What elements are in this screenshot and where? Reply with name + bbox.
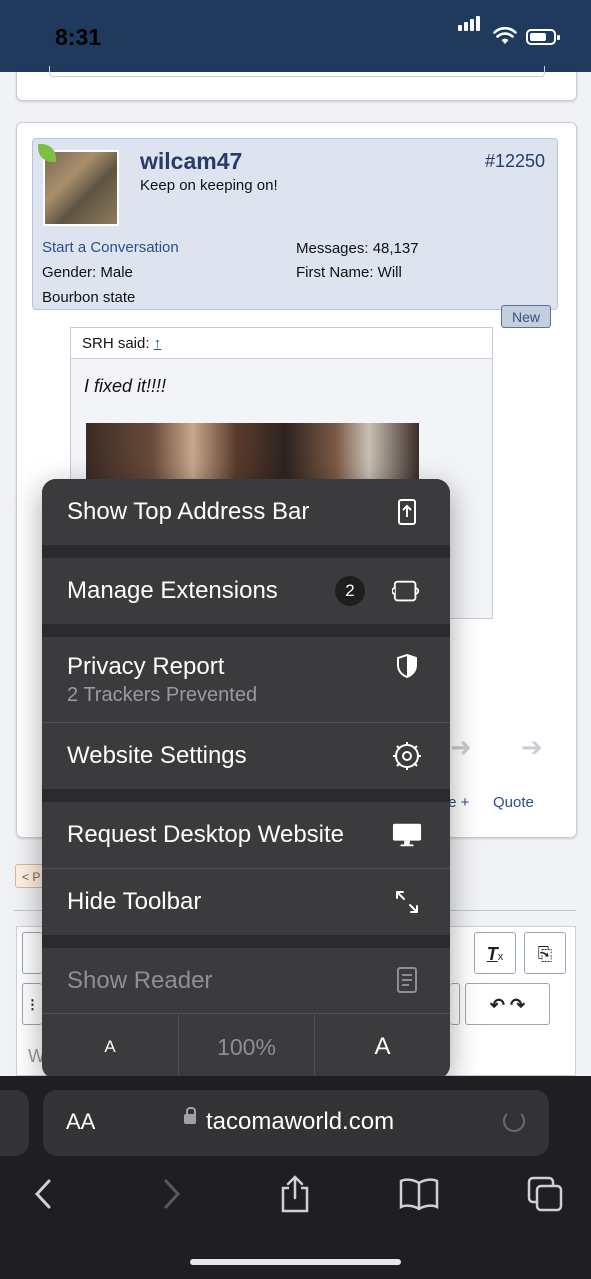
increase-text-size-button[interactable]: A <box>315 1014 450 1079</box>
top-address-bar-icon <box>392 497 422 527</box>
quote-author: SRH said: <box>82 335 150 352</box>
first-name-text: First Name: Will <box>296 264 402 281</box>
menu-request-desktop-website[interactable]: Request Desktop Website <box>42 802 450 868</box>
status-time: 8:31 <box>55 24 102 50</box>
messages-count: Messages: 48,137 <box>296 240 419 257</box>
username-link[interactable]: wilcam47 <box>140 148 242 175</box>
menu-privacy-report[interactable]: Privacy Report 2 Trackers Prevented <box>42 637 450 722</box>
reload-icon[interactable] <box>503 1110 525 1132</box>
shield-icon <box>392 651 422 681</box>
extensions-icon <box>392 576 422 606</box>
tabs-icon[interactable] <box>525 1172 565 1216</box>
post-number-link[interactable]: #12250 <box>485 151 545 172</box>
zoom-level[interactable]: 100% <box>179 1014 314 1079</box>
menu-website-settings[interactable]: Website Settings <box>42 723 450 789</box>
quote-jump-arrow-icon[interactable]: ↑ <box>154 335 162 352</box>
desktop-icon <box>392 820 422 850</box>
gear-icon <box>392 741 422 771</box>
menu-hide-toolbar[interactable]: Hide Toolbar <box>42 869 450 935</box>
gender-text: Gender: Male <box>42 264 133 281</box>
home-indicator[interactable] <box>190 1259 401 1265</box>
user-title: Keep on keeping on! <box>140 177 278 194</box>
location-text: Bourbon state <box>42 289 136 306</box>
trackers-prevented-text: 2 Trackers Prevented <box>67 684 258 706</box>
prev-page-button[interactable]: < P <box>15 864 45 888</box>
extensions-count-badge: 2 <box>335 576 365 606</box>
wifi-icon <box>493 27 517 44</box>
start-conversation-link[interactable]: Start a Conversation <box>42 239 179 256</box>
editor-tool-partial[interactable] <box>22 932 42 974</box>
quote-link[interactable]: Quote <box>493 794 534 811</box>
battery-icon <box>526 29 560 45</box>
forward-icon[interactable] <box>152 1172 192 1216</box>
more-tools-icon[interactable]: ⁝ <box>22 983 42 1025</box>
url-text[interactable]: tacomaworld.com <box>206 1108 394 1136</box>
safari-page-menu: Show Top Address Bar Manage Extensions 2… <box>42 479 450 1079</box>
previous-post-card <box>16 66 577 101</box>
clear-format-icon[interactable]: Tx <box>474 932 516 974</box>
editor-tool-partial-2[interactable] <box>450 983 460 1025</box>
arrow-right-icon[interactable]: ➔ <box>521 732 543 763</box>
reader-icon <box>392 965 422 995</box>
undo-redo-icon[interactable]: ↶ ↷ <box>465 983 550 1025</box>
zoom-controls: A 100% A <box>42 1013 450 1079</box>
decrease-text-size-button[interactable]: A <box>42 1014 178 1079</box>
menu-manage-extensions[interactable]: Manage Extensions 2 <box>42 558 450 624</box>
arrow-left-icon[interactable]: ➜ <box>450 732 472 763</box>
bookmarks-icon[interactable] <box>399 1172 439 1216</box>
back-icon[interactable] <box>23 1172 63 1216</box>
menu-show-reader: Show Reader <box>42 948 450 1013</box>
quote-attribution: SRH said: ↑ <box>82 335 161 352</box>
quote-text: I fixed it!!!! <box>84 376 167 396</box>
page-settings-button[interactable]: AA <box>66 1109 95 1135</box>
paste-icon[interactable]: ⎘ <box>524 932 566 974</box>
new-badge: New <box>501 305 551 328</box>
resize-arrows-icon <box>392 887 422 917</box>
lock-icon <box>184 1107 196 1124</box>
previous-tab-preview[interactable] <box>0 1090 29 1156</box>
share-icon[interactable] <box>275 1172 315 1216</box>
menu-show-top-address-bar[interactable]: Show Top Address Bar <box>42 479 450 545</box>
